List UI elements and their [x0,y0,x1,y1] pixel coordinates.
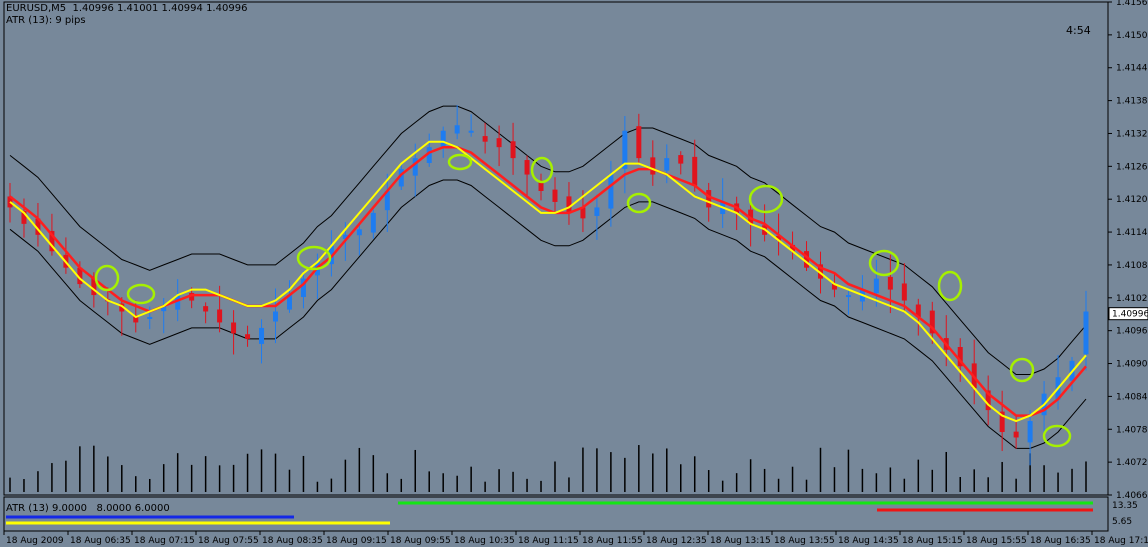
subpanel-level-label: 13.35 [1112,501,1138,511]
y-tick-label: 1.41565 [1116,0,1148,8]
candle-body [454,125,460,134]
candle-body [1027,421,1033,443]
subpanel-level-label: 5.65 [1112,517,1132,527]
x-tick-label: 18 Aug 2009 [6,536,64,546]
x-tick-label: 18 Aug 12:35 [646,536,707,546]
x-tick-label: 18 Aug 06:35 [70,536,131,546]
candle-body [370,212,376,233]
x-tick-label: 18 Aug 09:15 [326,536,387,546]
x-tick-label: 18 Aug 13:15 [710,536,771,546]
candle-body [650,157,656,175]
x-tick-label: 18 Aug 14:35 [838,536,899,546]
y-tick-label: 1.41505 [1116,31,1148,41]
y-tick-label: 1.41325 [1116,129,1148,139]
candle-body [468,130,474,133]
candle-body [510,141,516,159]
candle-body [664,158,670,171]
x-tick-label: 18 Aug 16:35 [1030,536,1091,546]
candle-body [845,295,851,298]
x-tick-label: 18 Aug 10:35 [454,536,515,546]
x-tick-label: 18 Aug 08:35 [262,536,323,546]
y-tick-label: 1.41445 [1116,64,1148,74]
x-tick-label: 18 Aug 15:55 [966,536,1027,546]
candle-body [873,278,879,294]
y-tick-label: 1.41265 [1116,162,1148,172]
candle-body [203,306,209,312]
x-tick-label: 18 Aug 07:55 [198,536,259,546]
candle-body [706,190,712,208]
candle-body [217,309,223,323]
candle-body [566,196,572,213]
candle-body [524,160,530,175]
x-tick-label: 18 Aug 11:15 [518,536,579,546]
current-price-label: 1.40996 [1112,310,1148,320]
y-tick-label: 1.40785 [1116,425,1148,435]
candle-body [678,155,684,164]
x-tick-label: 18 Aug 15:15 [902,536,963,546]
chart-window: 1.41565 1.41505 1.41445 1.41385 1.41325 1.412… [0,0,1148,547]
candle-body [245,334,251,339]
x-tick-label: 18 Aug 17:15 [1094,536,1148,546]
candle-body [147,316,153,319]
x-tick-label: 18 Aug 13:55 [774,536,835,546]
chart-background [0,0,1148,547]
candle-body [482,136,488,142]
candle-body [1083,311,1089,355]
candle-body [231,322,237,334]
candle-body [273,311,279,322]
candle-body [259,327,265,344]
atr-readout: ATR (13): 9 pips [6,15,86,26]
x-tick-label: 18 Aug 09:55 [390,536,451,546]
y-tick-label: 1.41085 [1116,261,1148,271]
bar-countdown: 4:54 [1066,24,1091,37]
y-tick-label: 1.40905 [1116,360,1148,370]
x-tick-label: 18 Aug 07:15 [134,536,195,546]
candle-body [901,283,907,301]
candle-body [552,189,558,202]
subpanel-label: ATR (13) 9.0000 8.0000 6.0000 [6,503,170,514]
candle-body [636,126,642,159]
y-tick-label: 1.41145 [1116,228,1148,238]
candle-body [692,156,698,186]
y-tick-label: 1.40965 [1116,327,1148,337]
y-tick-label: 1.40845 [1116,392,1148,402]
candle-body [594,207,600,216]
y-tick-label: 1.40665 [1116,491,1148,501]
y-tick-label: 1.40725 [1116,458,1148,468]
y-tick-label: 1.41025 [1116,294,1148,304]
y-tick-label: 1.41385 [1116,97,1148,107]
y-tick-label: 1.41205 [1116,195,1148,205]
candle-body [496,138,502,148]
candle-body [608,174,614,209]
candle-body [356,229,362,236]
candle-body [887,276,893,290]
price-chart[interactable]: 1.41565 1.41505 1.41445 1.41385 1.41325 1.412… [0,0,1148,547]
candle-body [440,130,446,148]
candle-body [1013,431,1019,438]
x-tick-label: 18 Aug 11:55 [582,536,643,546]
symbol-quote-line: EURUSD,M5 1.40996 1.41001 1.40994 1.4099… [6,3,248,14]
